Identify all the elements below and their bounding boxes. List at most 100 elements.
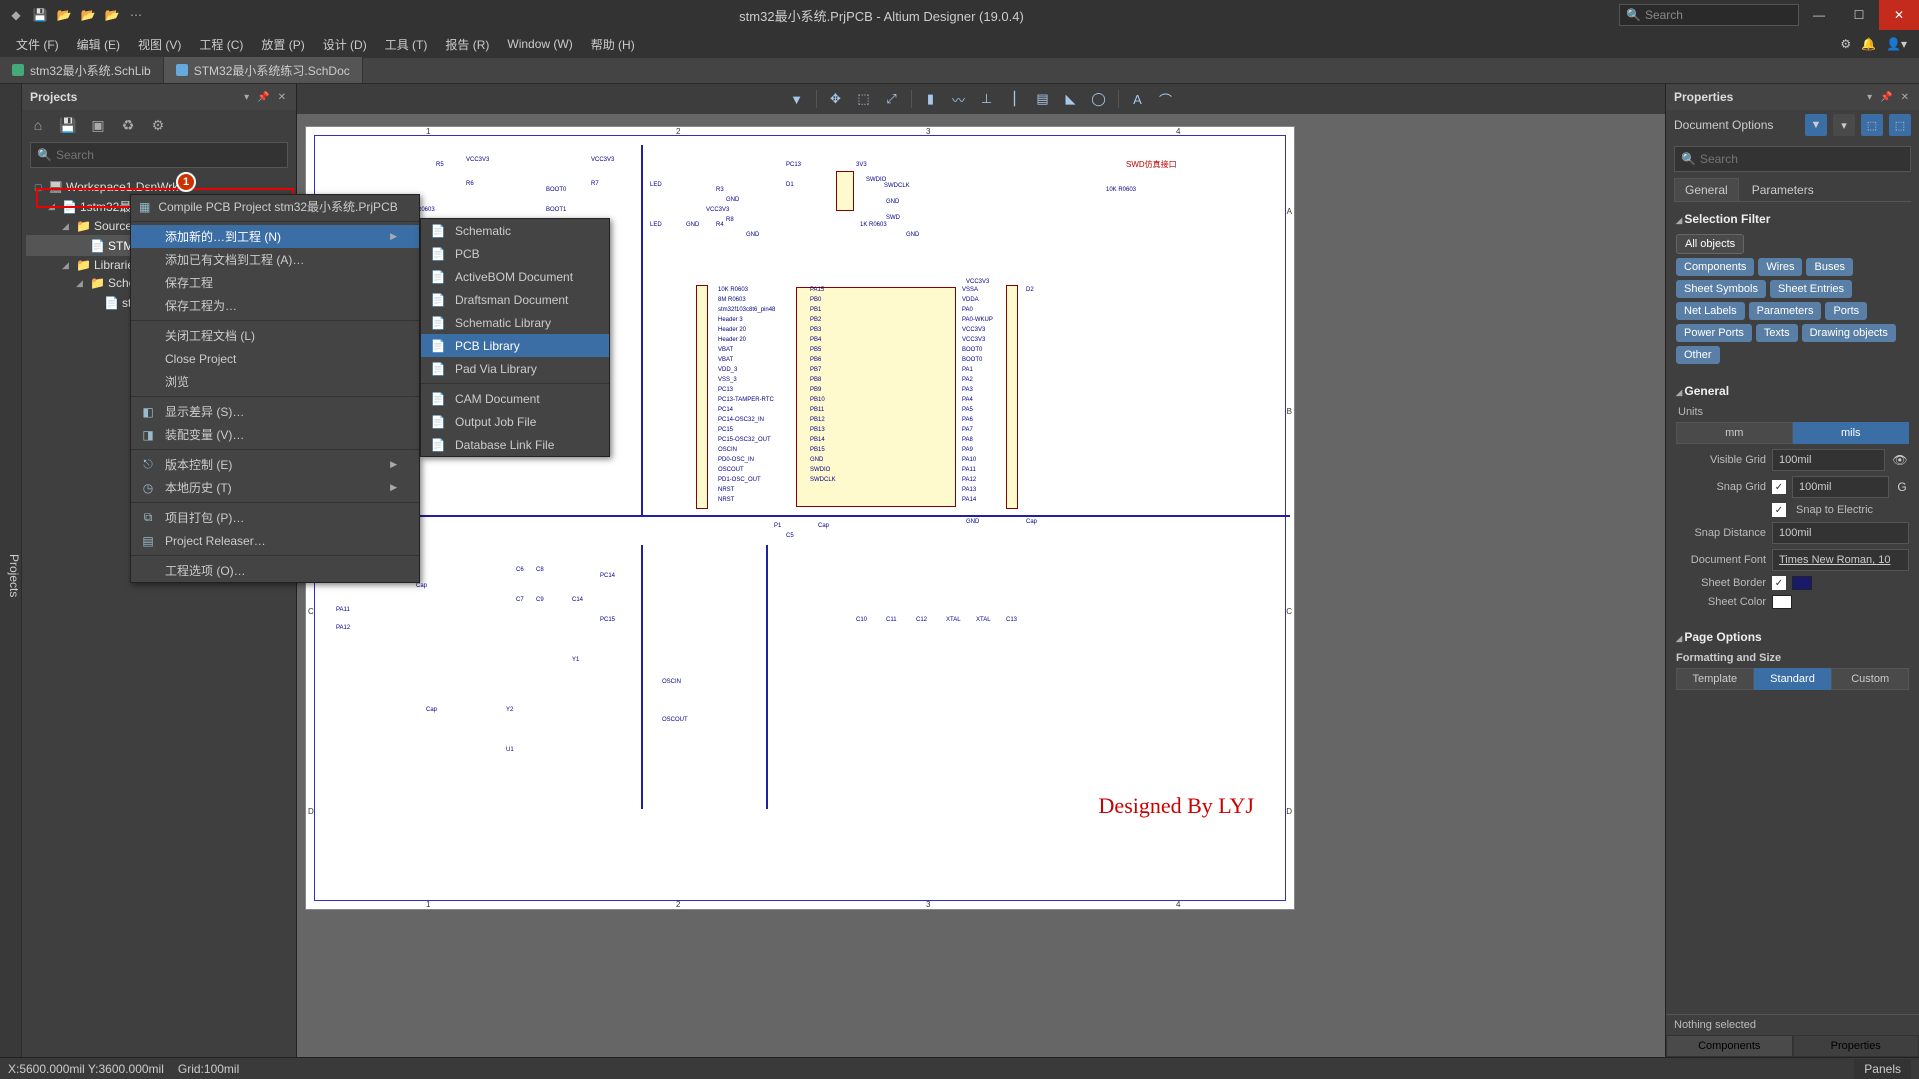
context-menu-item[interactable]: 📄PCB Library bbox=[421, 334, 609, 357]
select-icon[interactable]: ⬚ bbox=[851, 88, 877, 110]
save-icon[interactable]: 💾 bbox=[32, 7, 48, 23]
gear-icon[interactable]: ⚙ bbox=[1840, 37, 1851, 51]
projects-search-input[interactable] bbox=[56, 148, 281, 162]
context-menu-item[interactable]: 保存工程为… bbox=[131, 294, 419, 317]
context-menu-item[interactable]: ⧉项目打包 (P)… bbox=[131, 506, 419, 529]
units-mm[interactable]: mm bbox=[1676, 422, 1793, 444]
filter-pill[interactable]: Components bbox=[1676, 258, 1754, 276]
menu-place[interactable]: 放置 (P) bbox=[253, 33, 312, 56]
open-icon[interactable]: 📂 bbox=[56, 7, 72, 23]
minimize-button[interactable]: — bbox=[1799, 0, 1839, 30]
tab-schlib[interactable]: stm32最小系统.SchLib bbox=[0, 57, 164, 83]
formatting-template[interactable]: Template bbox=[1676, 668, 1754, 690]
context-menu-item[interactable]: 浏览 bbox=[131, 370, 419, 393]
context-menu-item[interactable]: 📄Pad Via Library bbox=[421, 357, 609, 380]
sheet-color-swatch[interactable] bbox=[1772, 595, 1792, 609]
text-icon[interactable]: A bbox=[1125, 88, 1151, 110]
filter-pill[interactable]: Net Labels bbox=[1676, 302, 1745, 320]
context-menu-item[interactable]: 📄Draftsman Document bbox=[421, 288, 609, 311]
power-icon[interactable]: ◣ bbox=[1058, 88, 1084, 110]
home-icon[interactable]: ⌂ bbox=[30, 117, 46, 133]
filter-icon[interactable]: ▼ bbox=[784, 88, 810, 110]
menu-reports[interactable]: 报告 (R) bbox=[437, 33, 497, 56]
bus-icon[interactable]: ⎮ bbox=[1002, 88, 1028, 110]
filter-button[interactable]: ▼ bbox=[1805, 114, 1827, 136]
menu-project[interactable]: 工程 (C) bbox=[191, 33, 251, 56]
formatting-custom[interactable]: Custom bbox=[1831, 668, 1909, 690]
context-menu-item[interactable]: ◨装配变量 (V)… bbox=[131, 423, 419, 446]
toolbar-gear-icon[interactable]: ⚙ bbox=[150, 117, 166, 133]
units-mils[interactable]: mils bbox=[1793, 422, 1910, 444]
context-menu-item[interactable]: ▦Compile PCB Project stm32最小系统.PrjPCB bbox=[131, 195, 419, 218]
filter-pill[interactable]: Drawing objects bbox=[1802, 324, 1896, 342]
visible-grid-value[interactable]: 100mil bbox=[1772, 449, 1885, 471]
refresh-icon[interactable]: ♻ bbox=[120, 117, 136, 133]
filter-dropdown-icon[interactable]: ▾ bbox=[1833, 114, 1855, 136]
context-menu-item[interactable]: 保存工程 bbox=[131, 271, 419, 294]
snap-grid-value[interactable]: 100mil bbox=[1792, 476, 1889, 498]
tab-schdoc[interactable]: STM32最小系统练习.SchDoc bbox=[164, 57, 363, 83]
context-menu-item[interactable]: 📄CAM Document bbox=[421, 387, 609, 410]
properties-search[interactable]: 🔍 bbox=[1674, 146, 1911, 172]
menu-help[interactable]: 帮助 (H) bbox=[583, 33, 643, 56]
doc-font-value[interactable]: Times New Roman, 10 bbox=[1772, 549, 1909, 571]
context-menu-item[interactable]: 📄Output Job File bbox=[421, 410, 609, 433]
zoom-icon[interactable]: ⤢ bbox=[879, 88, 905, 110]
context-menu-item[interactable]: 添加新的…到工程 (N)▶ bbox=[131, 225, 419, 248]
panel-dropdown-icon[interactable]: ▾ bbox=[242, 92, 251, 103]
context-menu-item[interactable]: ◧显示差异 (S)… bbox=[131, 400, 419, 423]
menu-tools[interactable]: 工具 (T) bbox=[377, 33, 436, 56]
menu-design[interactable]: 设计 (D) bbox=[315, 33, 375, 56]
sheet-border-swatch[interactable] bbox=[1792, 576, 1812, 590]
tab-parameters[interactable]: Parameters bbox=[1741, 178, 1825, 201]
port-icon[interactable]: ▤ bbox=[1030, 88, 1056, 110]
panels-button[interactable]: Panels bbox=[1854, 1059, 1911, 1079]
context-menu-item[interactable]: 📄PCB bbox=[421, 242, 609, 265]
close-button[interactable]: ✕ bbox=[1879, 0, 1919, 30]
filter-pill[interactable]: Sheet Symbols bbox=[1676, 280, 1766, 298]
user-icon[interactable]: 👤▾ bbox=[1886, 37, 1907, 51]
tab-general[interactable]: General bbox=[1674, 178, 1739, 201]
panel-close-icon[interactable]: ✕ bbox=[1899, 92, 1911, 103]
context-menu-item[interactable]: 📄Schematic Library bbox=[421, 311, 609, 334]
context-menu-item[interactable]: ▤Project Releaser… bbox=[131, 529, 419, 552]
context-menu-item[interactable]: 📄Schematic bbox=[421, 219, 609, 242]
footer-tab-properties[interactable]: Properties bbox=[1793, 1035, 1919, 1057]
arc-icon[interactable]: ⌒ bbox=[1153, 88, 1179, 110]
formatting-standard[interactable]: Standard bbox=[1754, 668, 1832, 690]
bell-icon[interactable]: 🔔 bbox=[1861, 37, 1876, 51]
eye-icon[interactable]: 👁 bbox=[1891, 453, 1909, 467]
filter-pill[interactable]: Power Ports bbox=[1676, 324, 1752, 342]
sidebar-tab-projects[interactable]: Projects bbox=[0, 84, 22, 1057]
properties-search-input[interactable] bbox=[1700, 152, 1904, 166]
menu-edit[interactable]: 编辑 (E) bbox=[69, 33, 128, 56]
save-all-icon[interactable]: 💾 bbox=[60, 117, 76, 133]
sheet-border-checkbox[interactable]: ✓ bbox=[1772, 576, 1786, 590]
context-menu-item[interactable]: ◷本地历史 (T)▶ bbox=[131, 476, 419, 499]
context-menu-item[interactable]: 关闭工程文档 (L) bbox=[131, 324, 419, 347]
global-search[interactable]: 🔍 Search bbox=[1619, 4, 1799, 26]
menu-window[interactable]: Window (W) bbox=[499, 34, 580, 54]
filter-pill[interactable]: Buses bbox=[1806, 258, 1853, 276]
move-icon[interactable]: ✥ bbox=[823, 88, 849, 110]
projects-search[interactable]: 🔍 bbox=[30, 142, 288, 168]
menu-view[interactable]: 视图 (V) bbox=[130, 33, 189, 56]
filter-pill[interactable]: Wires bbox=[1758, 258, 1802, 276]
snap-distance-value[interactable]: 100mil bbox=[1772, 522, 1909, 544]
select-mode-2-icon[interactable]: ⬚ bbox=[1889, 114, 1911, 136]
context-menu-item[interactable]: 添加已有文档到工程 (A)… bbox=[131, 248, 419, 271]
panel-pin-icon[interactable]: 📌 bbox=[255, 92, 271, 103]
print-icon[interactable]: 📂 bbox=[104, 7, 120, 23]
part-icon[interactable]: ◯ bbox=[1086, 88, 1112, 110]
panel-dropdown-icon[interactable]: ▾ bbox=[1865, 92, 1874, 103]
filter-pill[interactable]: Sheet Entries bbox=[1770, 280, 1852, 298]
select-mode-1-icon[interactable]: ⬚ bbox=[1861, 114, 1883, 136]
compile-icon[interactable]: ▣ bbox=[90, 117, 106, 133]
context-menu-item[interactable]: 📄ActiveBOM Document bbox=[421, 265, 609, 288]
context-menu-item[interactable]: 📄Database Link File bbox=[421, 433, 609, 456]
grid-icon[interactable]: ▮ bbox=[918, 88, 944, 110]
menu-file[interactable]: 文件 (F) bbox=[8, 33, 67, 56]
net-icon[interactable]: ⊥ bbox=[974, 88, 1000, 110]
open-project-icon[interactable]: 📂 bbox=[80, 7, 96, 23]
footer-tab-components[interactable]: Components bbox=[1666, 1035, 1793, 1057]
